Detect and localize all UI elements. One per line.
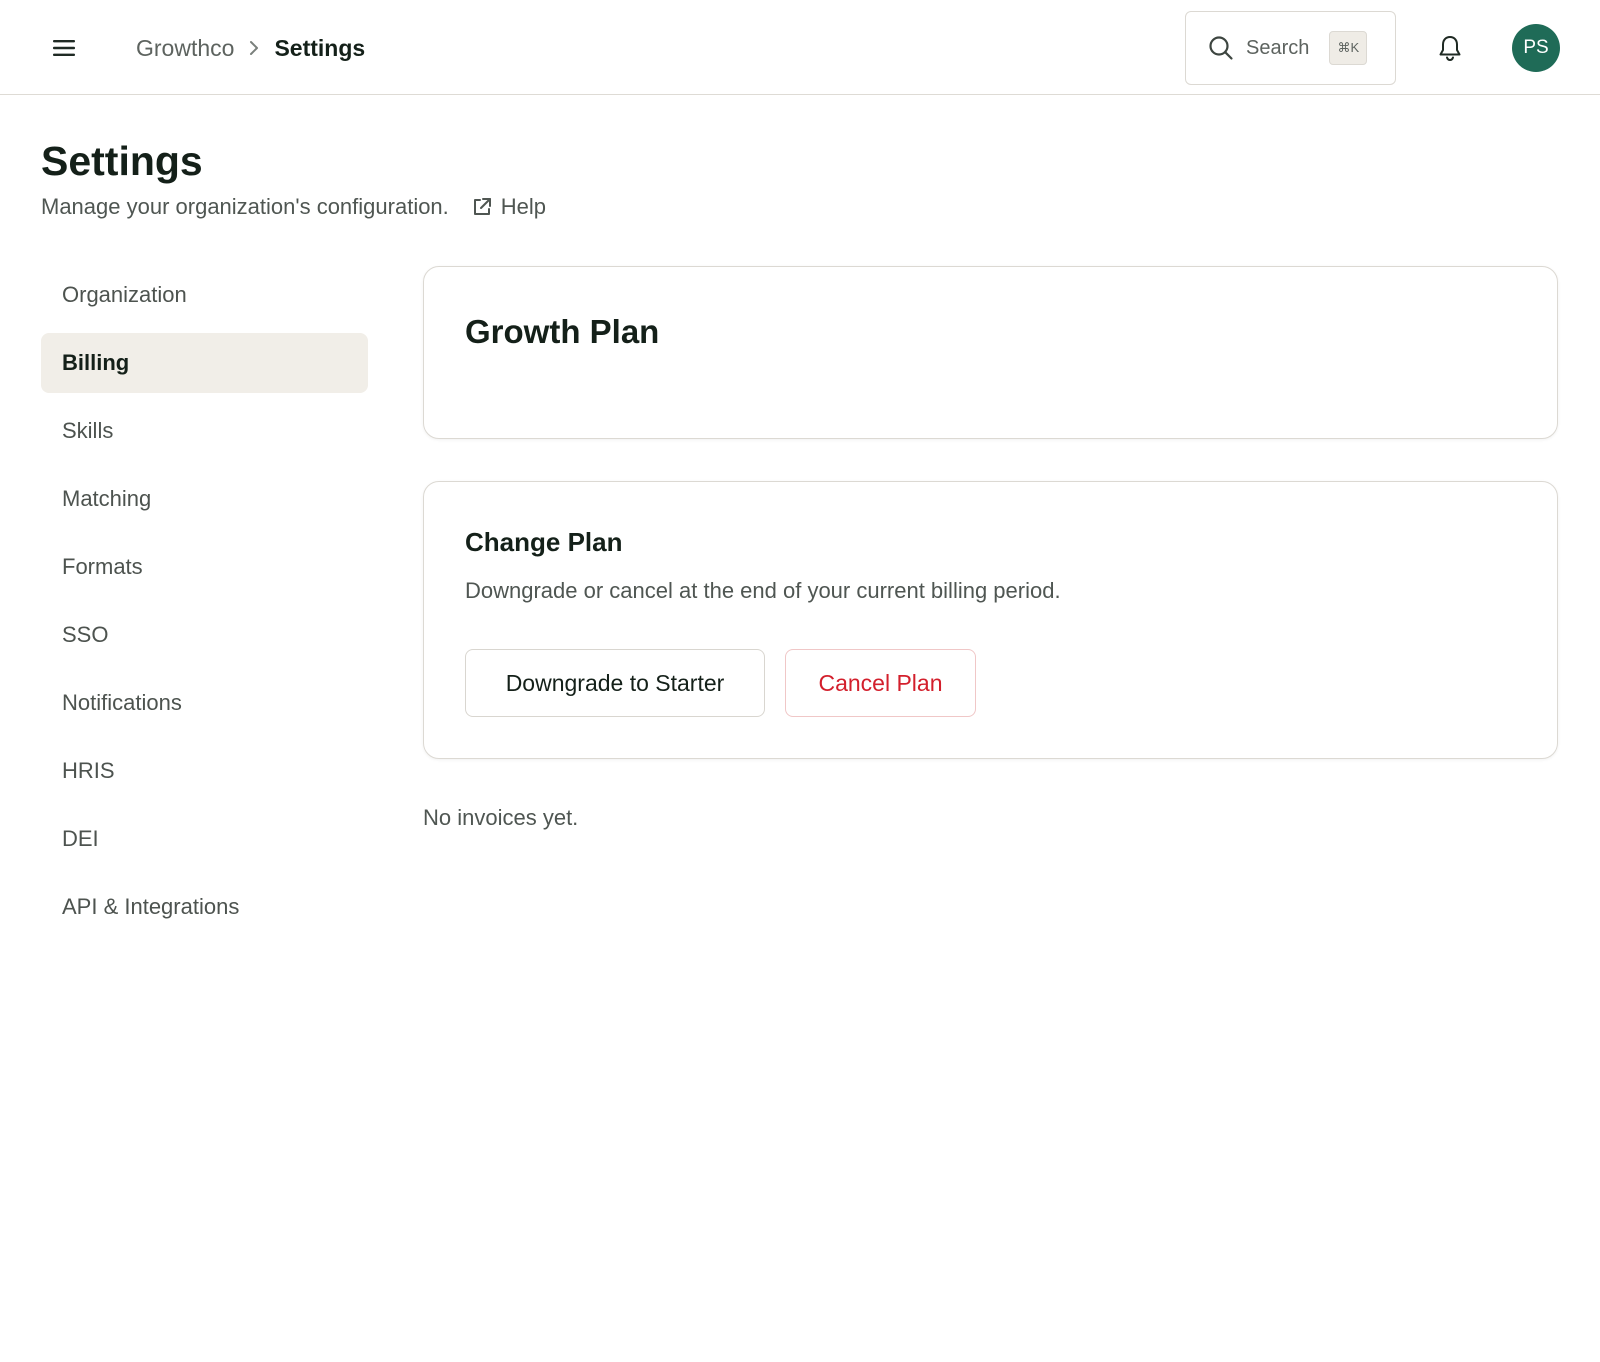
- current-plan-card: Growth Plan: [423, 266, 1558, 439]
- breadcrumb-current: Settings: [274, 34, 366, 61]
- search-label: Search: [1246, 36, 1310, 59]
- bell-icon: [1439, 36, 1461, 62]
- change-plan-card: Change Plan Downgrade or cancel at the e…: [423, 481, 1558, 759]
- change-plan-description: Downgrade or cancel at the end of your c…: [465, 578, 1061, 603]
- settings-sidebar: Organization Billing Skills Matching For…: [41, 265, 368, 945]
- sidebar-item-formats[interactable]: Formats: [41, 537, 368, 597]
- search-shortcut-badge: ⌘K: [1329, 31, 1368, 65]
- search-button[interactable]: Search ⌘K: [1185, 11, 1396, 85]
- sidebar-item-matching[interactable]: Matching: [41, 469, 368, 529]
- hamburger-menu-icon: [53, 40, 75, 56]
- sidebar-item-notifications[interactable]: Notifications: [41, 673, 368, 733]
- sidebar-item-api-integrations[interactable]: API & Integrations: [41, 877, 368, 937]
- cancel-plan-button[interactable]: Cancel Plan: [785, 649, 976, 717]
- top-bar: Growthco Settings Search ⌘K PS: [0, 0, 1600, 95]
- user-avatar[interactable]: PS: [1512, 24, 1560, 72]
- invoices-empty-state: No invoices yet.: [423, 805, 579, 830]
- menu-button[interactable]: [44, 28, 84, 68]
- chevron-right-icon: [248, 40, 260, 56]
- help-label: Help: [500, 194, 547, 219]
- page-title: Settings: [41, 138, 203, 184]
- external-link-icon: [473, 198, 491, 215]
- sidebar-item-skills[interactable]: Skills: [41, 401, 368, 461]
- sidebar-item-organization[interactable]: Organization: [41, 265, 368, 325]
- plan-title: Growth Plan: [465, 313, 660, 350]
- sidebar-item-sso[interactable]: SSO: [41, 605, 368, 665]
- downgrade-button[interactable]: Downgrade to Starter: [465, 649, 765, 717]
- breadcrumb-org-link[interactable]: Growthco: [136, 35, 234, 62]
- page-subtitle: Manage your organization's configuration…: [41, 194, 449, 219]
- help-link[interactable]: Help: [471, 194, 546, 220]
- sidebar-item-billing[interactable]: Billing: [41, 333, 368, 393]
- change-plan-title: Change Plan: [465, 527, 623, 557]
- search-icon: [1209, 36, 1233, 60]
- notifications-button[interactable]: [1430, 28, 1470, 68]
- sidebar-item-hris[interactable]: HRIS: [41, 741, 368, 801]
- page-subtitle-row: Manage your organization's configuration…: [41, 194, 546, 220]
- breadcrumb: Growthco Settings: [136, 30, 365, 66]
- sidebar-item-dei[interactable]: DEI: [41, 809, 368, 869]
